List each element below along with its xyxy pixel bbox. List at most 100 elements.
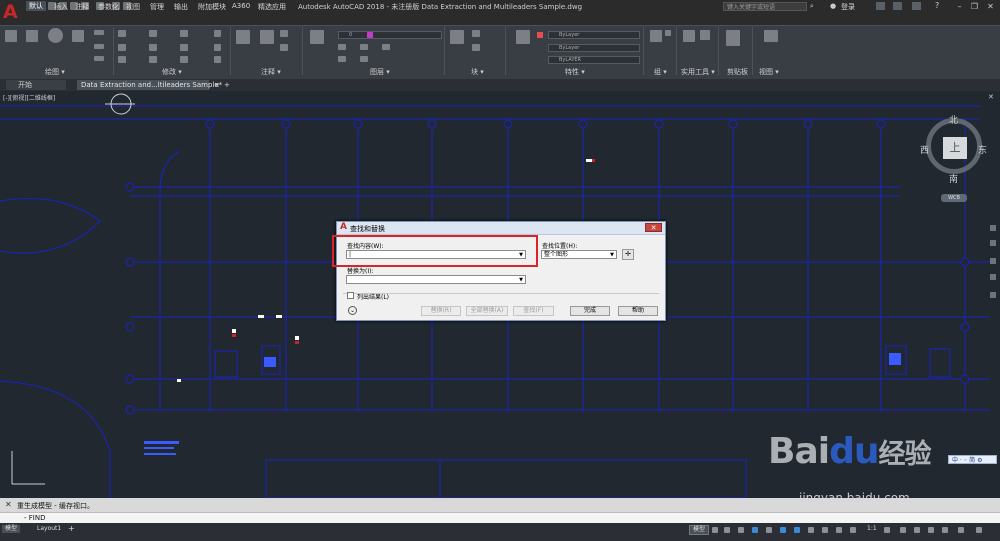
ungroup-icon[interactable] (665, 30, 671, 36)
help-search-input[interactable]: 键入关键字或短语 (723, 2, 807, 11)
help-button[interactable]: 帮助 (618, 306, 658, 316)
fillet-icon[interactable] (180, 44, 188, 51)
panel-clipboard-label[interactable]: 剪贴板 (727, 67, 748, 77)
trim-icon[interactable] (180, 30, 188, 37)
viewcube-west[interactable]: 西 (920, 143, 929, 156)
panel-properties-label[interactable]: 特性 ▾ (565, 67, 585, 77)
tab-layout1[interactable]: Layout1 (34, 525, 64, 533)
grid-icon[interactable] (712, 527, 718, 533)
tab-view[interactable]: 视图 (126, 2, 140, 12)
pan-icon[interactable] (990, 240, 996, 246)
color-dropdown[interactable]: ByLayer (548, 31, 640, 39)
object-snap-tracking-icon[interactable] (780, 527, 786, 533)
tab-default[interactable]: 默认 (26, 1, 46, 11)
find-button[interactable]: 查找(F) (513, 306, 554, 316)
annotation-scale-icon[interactable] (850, 527, 856, 533)
search-icon[interactable]: ⌕ (810, 2, 817, 10)
stretch-icon[interactable] (118, 56, 126, 63)
layer-lock-icon[interactable] (360, 56, 368, 62)
insert-block-icon[interactable] (450, 30, 464, 44)
quickcalc-icon[interactable] (700, 30, 710, 40)
panel-layers-label[interactable]: 图层 ▾ (370, 67, 390, 77)
close-window-button[interactable]: ✕ (986, 2, 995, 11)
measure-icon[interactable] (683, 30, 695, 42)
tab-start[interactable]: 开始 (6, 80, 66, 90)
snap-icon[interactable] (724, 527, 730, 533)
object-snap-icon[interactable] (794, 527, 800, 533)
dimension-icon[interactable] (260, 30, 274, 44)
scale-icon[interactable] (149, 56, 157, 63)
panel-view-label[interactable]: 视图 ▾ (759, 67, 779, 77)
layer-iso-icon[interactable] (360, 44, 368, 50)
showmotion-icon[interactable] (990, 292, 996, 298)
new-tab-icon[interactable]: + (220, 80, 234, 90)
rectangle-icon[interactable] (94, 30, 104, 35)
tab-featured-apps[interactable]: 精选应用 (258, 2, 286, 12)
group-icon[interactable] (650, 30, 662, 42)
ortho-icon[interactable] (738, 527, 744, 533)
erase-icon[interactable] (214, 30, 221, 37)
hatch-icon[interactable] (94, 44, 104, 49)
restore-button[interactable]: ❐ (970, 2, 979, 11)
panel-groups-label[interactable]: 组 ▾ (654, 67, 667, 77)
tab-a360[interactable]: A360 (232, 2, 250, 10)
isolate-objects-icon[interactable] (942, 527, 948, 533)
viewcube-top-face[interactable]: 上 (943, 137, 967, 159)
tab-annotate[interactable]: 注释 (75, 2, 89, 12)
panel-modify-label[interactable]: 修改 ▾ (162, 67, 182, 77)
login-button[interactable]: 登录 (841, 2, 855, 12)
viewport-controls[interactable]: [-][俯视][二维线框] (3, 93, 55, 102)
add-layout-icon[interactable]: + (68, 524, 75, 533)
tab-drawing[interactable]: Data Extraction and...ltileaders Sample* (77, 80, 222, 90)
tab-model[interactable]: 模型 (2, 525, 21, 533)
quick-properties-icon[interactable] (928, 527, 934, 533)
lineweight-icon[interactable] (808, 527, 814, 533)
create-block-icon[interactable] (472, 30, 480, 37)
panel-block-label[interactable]: 块 ▾ (471, 67, 484, 77)
layer-freeze-icon[interactable] (338, 56, 346, 62)
layer-dropdown[interactable]: 0 (338, 31, 442, 39)
help-icon[interactable]: ? (935, 1, 939, 10)
dialog-title-bar[interactable]: A 查找和替换 ✕ (337, 222, 665, 235)
circle-icon[interactable] (48, 28, 63, 43)
isodraft-icon[interactable] (766, 527, 772, 533)
panel-utilities-label[interactable]: 实用工具 ▾ (681, 67, 715, 77)
arc-icon[interactable] (72, 30, 84, 42)
list-results-label[interactable]: 列出结果(L) (357, 292, 389, 301)
tab-manage[interactable]: 管理 (150, 2, 164, 12)
replace-all-button[interactable]: 全部替换(A) (466, 306, 508, 316)
viewcube-east[interactable]: 东 (978, 143, 987, 156)
list-results-checkbox[interactable] (347, 292, 354, 299)
annotation-monitor-icon[interactable] (900, 527, 906, 533)
model-space-button[interactable]: 模型 (689, 525, 710, 535)
viewcube-north[interactable]: 北 (949, 113, 958, 126)
viewcube-south[interactable]: 南 (949, 172, 958, 185)
move-icon[interactable] (118, 30, 126, 37)
match-properties-icon[interactable] (516, 30, 530, 44)
linetype-dropdown[interactable]: ByLayer (548, 44, 640, 52)
polar-icon[interactable] (752, 527, 758, 533)
customization-icon[interactable] (976, 527, 982, 533)
a360-icon[interactable] (893, 2, 902, 10)
base-view-icon[interactable] (764, 30, 778, 42)
ellipse-icon[interactable] (94, 56, 104, 61)
table-icon[interactable] (280, 44, 288, 51)
leader-icon[interactable] (280, 30, 288, 37)
paste-icon[interactable] (726, 30, 740, 46)
ime-toolbar[interactable]: 中 · ◦ 简 ⚙ (948, 455, 997, 464)
edit-block-icon[interactable] (472, 44, 480, 51)
zoom-icon[interactable] (990, 258, 996, 264)
chevron-down-icon[interactable]: ▼ (519, 276, 523, 284)
tab-parametric[interactable]: 参数化 (98, 2, 119, 12)
done-button[interactable]: 完成 (570, 306, 610, 316)
workspace-switch-icon[interactable] (884, 527, 890, 533)
exchange-icon[interactable] (876, 2, 885, 10)
tab-addins[interactable]: 附加模块 (198, 2, 226, 12)
navbar-icon[interactable] (990, 225, 996, 231)
transparency-icon[interactable] (822, 527, 828, 533)
text-icon[interactable] (236, 30, 250, 44)
close-command-icon[interactable]: ✕ (5, 500, 12, 509)
expand-options-icon[interactable]: ⌄ (348, 306, 357, 315)
dialog-close-button[interactable]: ✕ (645, 223, 662, 232)
chevron-down-icon[interactable]: ▼ (610, 251, 614, 259)
